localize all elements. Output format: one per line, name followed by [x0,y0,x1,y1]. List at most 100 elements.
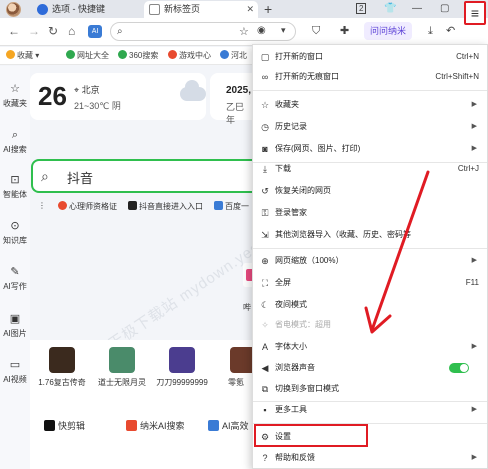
bookmark-item[interactable]: 网址大全 [66,50,109,62]
site-icon [118,50,127,59]
calendar-lunar: 乙巳年 [226,102,245,125]
video-icon: ▭ [9,359,21,371]
page-icon [149,4,160,15]
site-icon [66,50,75,59]
menu-item-help[interactable]: ? 帮助和反馈 ▶ [253,448,487,468]
tab-new-tab[interactable]: 新标签页 ✕ [144,1,258,18]
url-input[interactable]: ⌕ ☆ ◉ ▾ [110,22,296,41]
chevron-down-icon[interactable]: ▾ [281,25,286,36]
bulb-icon: ✧ [261,320,269,330]
game-logo [230,347,252,373]
ai-assistant-button[interactable]: 问问纳米 [364,22,413,40]
star-icon: ☆ [260,100,270,110]
sidebar-item-ai-search[interactable]: ⌕ AI搜索 [0,128,30,155]
sound-toggle[interactable] [449,363,469,373]
menu-item-font-size[interactable]: A 字体大小 ▶ [253,337,487,357]
avatar[interactable] [6,2,21,17]
menu-item-new-incognito[interactable]: ∞ 打开新的无痕窗口 Ctrl+Shift+N [253,67,487,87]
address-bar: ← → ↻ ⌂ AI ⌕ ☆ ◉ ▾ ⛉ ✚ 问问纳米 ⤓ ↶ [0,18,488,46]
menu-item-zoom[interactable]: ⊕ 网页缩放（100%） ▶ [253,251,487,271]
more-icon[interactable]: ⋮ [38,201,46,210]
fullscreen-icon: ⛶ [261,278,269,288]
menu-item-import[interactable]: ⇲ 其他浏览器导入（收藏、历史、密码等 [253,225,487,245]
bookmark-item[interactable]: 收藏 ▾ [6,50,39,62]
sidebar: ☆ 收藏夹 ⌕ AI搜索 ⊡ 智能体 ⊙ 知识库 ✎ AI写作 ▣ AI图片 ▭ AI视频 [0,66,30,469]
main-menu-button[interactable]: ≡ [464,1,486,25]
tab-shortcuts[interactable]: 选项 - 快捷键 [32,1,142,18]
menu-item-new-window[interactable]: ▢ 打开新的窗口 Ctrl+N [253,47,487,67]
tool-link[interactable]: AI高效 [208,419,249,432]
tab-title: 选项 - 快捷键 [52,4,105,14]
menu-item-multi-window[interactable]: ⧉ 切换到多窗口模式 [253,379,487,399]
tiktok-icon [128,201,137,210]
chevron-right-icon: ▶ [471,145,477,152]
bookmark-item[interactable]: 河北 [220,50,247,62]
hot-search-item[interactable]: 抖音直接进入入口 [128,201,203,212]
bookmark-item[interactable]: 游戏中心 [168,50,211,62]
eye-icon[interactable]: ◉ [257,25,266,36]
undo-icon[interactable]: ↶ [446,23,455,39]
search-icon: ⌕ [11,129,19,141]
ai-icon[interactable]: AI [88,25,102,38]
menu-item-login[interactable]: ⚿ 登录管家 [253,203,487,223]
menu-item-more-tools[interactable]: ▪ 更多工具 ▶ [253,400,487,420]
sidebar-item-ai-writing[interactable]: ✎ AI写作 [0,265,30,292]
skin-icon[interactable]: 👕 [384,2,396,16]
close-icon[interactable]: ✕ [246,1,254,18]
star-icon[interactable]: ☆ [239,25,249,38]
sidebar-item-agent[interactable]: ⊡ 智能体 [0,173,30,200]
baidu-icon [214,201,223,210]
star-icon [6,50,15,59]
chevron-right-icon: ▶ [471,101,477,108]
game-logo [109,347,135,373]
sidebar-item-ai-video[interactable]: ▭ AI视频 [0,358,30,385]
menu-item-restore[interactable]: ↺ 恢复关闭的网页 [253,181,487,201]
import-icon: ⇲ [261,230,269,240]
tab-count-icon[interactable]: 2 [356,2,367,16]
toolbox-icon: ▪ [263,405,267,415]
speaker-icon: ◀ [261,363,269,373]
menu-item-download[interactable]: ⤓ 下载 Ctrl+J [253,159,487,179]
sidebar-item-ai-image[interactable]: ▣ AI图片 [0,312,30,339]
home-icon[interactable]: ⌂ [68,24,75,38]
sidebar-item-favorites[interactable]: ☆ 收藏夹 [0,82,30,109]
menu-item-power-save: ✧ 省电模式：超用 [253,315,487,335]
menu-item-save[interactable]: ◙ 保存(网页、图片、打印) ▶ [253,139,487,159]
game-tile[interactable]: 1.76复古传奇 [32,347,92,388]
tool-link[interactable]: 快剪辑 [44,419,85,432]
search-icon: ⌕ [117,26,123,37]
menu-item-history[interactable]: ◷ 历史记录 ▶ [253,117,487,137]
new-tab-button[interactable]: + [264,1,272,17]
maximize-icon[interactable]: ▢ [440,2,449,16]
game-tile[interactable]: 零氪 [222,347,252,388]
puzzle-icon[interactable]: ✚ [340,23,349,39]
back-icon[interactable]: ← [8,24,20,38]
calendar-year: 2025, [226,85,252,96]
forward-icon[interactable]: → [28,24,40,38]
moon-icon: ☾ [260,300,270,310]
settings-highlight [254,424,368,447]
menu-item-favorites[interactable]: ☆ 收藏夹 ▶ [253,95,487,115]
main-search-box[interactable]: ⌕ 抖音 [31,159,256,193]
site-icon [168,50,177,59]
hot-search-item[interactable]: 心理师资格证 [58,201,117,212]
weather-card[interactable]: 26 ⌖ 北京 21~30℃ 阴 › [30,73,229,120]
download-icon[interactable]: ⤓ [428,23,433,39]
star-icon: ☆ [10,83,20,95]
image-icon: ▣ [9,313,21,325]
tab-bar: 选项 - 快捷键 新标签页 ✕ + 2 👕 — ▢ [0,0,488,18]
sidebar-item-knowledge[interactable]: ⊙ 知识库 [0,219,30,246]
bookmark-item[interactable]: 360搜索 [118,50,158,62]
menu-item-fullscreen[interactable]: ⛶ 全屏 F11 [253,273,487,293]
hot-search-item[interactable]: 百度一 [214,201,249,212]
game-tile[interactable]: 道士无限月灵 [92,347,152,388]
minimize-icon[interactable]: — [412,2,422,16]
refresh-icon[interactable]: ↻ [48,24,58,38]
tool-link[interactable]: 纳米AI搜索 [126,419,185,432]
font-icon: A [261,342,268,352]
menu-item-night-mode[interactable]: ☾ 夜间模式 [253,295,487,315]
shield-icon[interactable]: ⛉ [312,23,320,39]
game-tile[interactable]: 刀刀99999999 [152,347,212,388]
calendar-card[interactable]: 2025, 乙巳年 [210,73,252,125]
menu-item-sound[interactable]: ◀ 浏览器声音 [253,358,487,378]
